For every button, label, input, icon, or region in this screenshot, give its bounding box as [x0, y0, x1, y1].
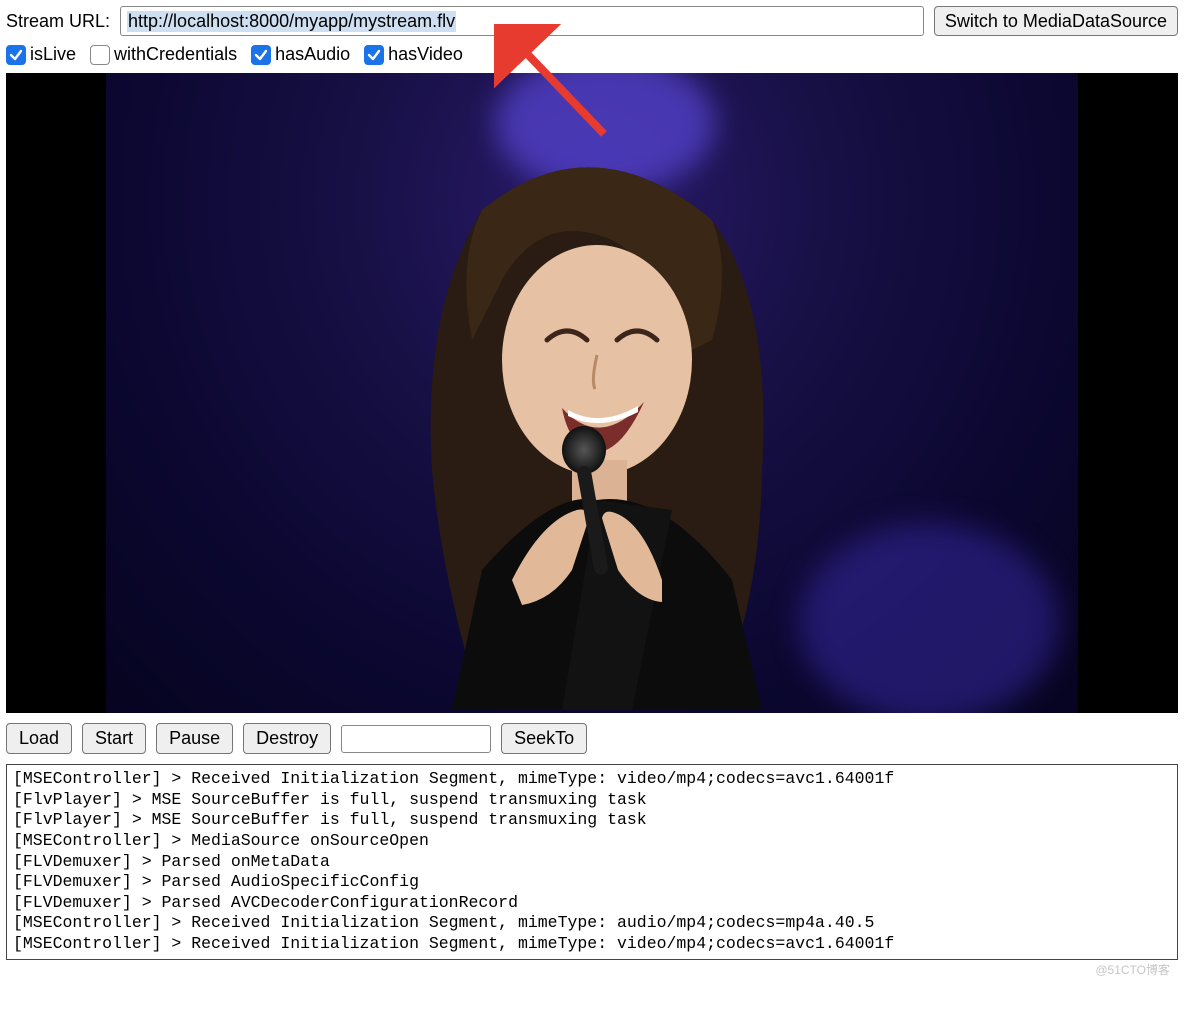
pause-button[interactable]: Pause — [156, 723, 233, 754]
checkbox-label: isLive — [30, 44, 76, 65]
checkbox-label: hasAudio — [275, 44, 350, 65]
seek-input[interactable] — [341, 725, 491, 753]
checkbox-box[interactable] — [251, 45, 271, 65]
stream-url-row: Stream URL: http://localhost:8000/myapp/… — [6, 6, 1178, 36]
switch-mediadatasource-button[interactable]: Switch to MediaDataSource — [934, 6, 1178, 36]
start-button[interactable]: Start — [82, 723, 146, 754]
video-player[interactable] — [6, 73, 1178, 713]
video-content-silhouette — [362, 150, 822, 710]
checkbox-withcredentials[interactable]: withCredentials — [90, 44, 237, 65]
checkbox-hasvideo[interactable]: hasVideo — [364, 44, 463, 65]
load-button[interactable]: Load — [6, 723, 72, 754]
checkbox-hasaudio[interactable]: hasAudio — [251, 44, 350, 65]
checkbox-box[interactable] — [364, 45, 384, 65]
checkbox-islive[interactable]: isLive — [6, 44, 76, 65]
destroy-button[interactable]: Destroy — [243, 723, 331, 754]
stream-url-input[interactable]: http://localhost:8000/myapp/mystream.flv — [120, 6, 924, 36]
log-output[interactable]: [MSEController] > Received Initializatio… — [6, 764, 1178, 960]
checkbox-box[interactable] — [6, 45, 26, 65]
seekto-button[interactable]: SeekTo — [501, 723, 587, 754]
checkbox-box[interactable] — [90, 45, 110, 65]
watermark-text: @51CTO博客 — [1095, 961, 1170, 978]
stream-url-label: Stream URL: — [6, 11, 110, 32]
stream-url-value: http://localhost:8000/myapp/mystream.flv — [127, 11, 456, 32]
video-frame — [106, 73, 1079, 713]
checkbox-label: hasVideo — [388, 44, 463, 65]
checkbox-label: withCredentials — [114, 44, 237, 65]
options-row: isLive withCredentials hasAudio hasVideo — [6, 44, 1178, 65]
controls-row: Load Start Pause Destroy SeekTo — [6, 723, 1178, 754]
